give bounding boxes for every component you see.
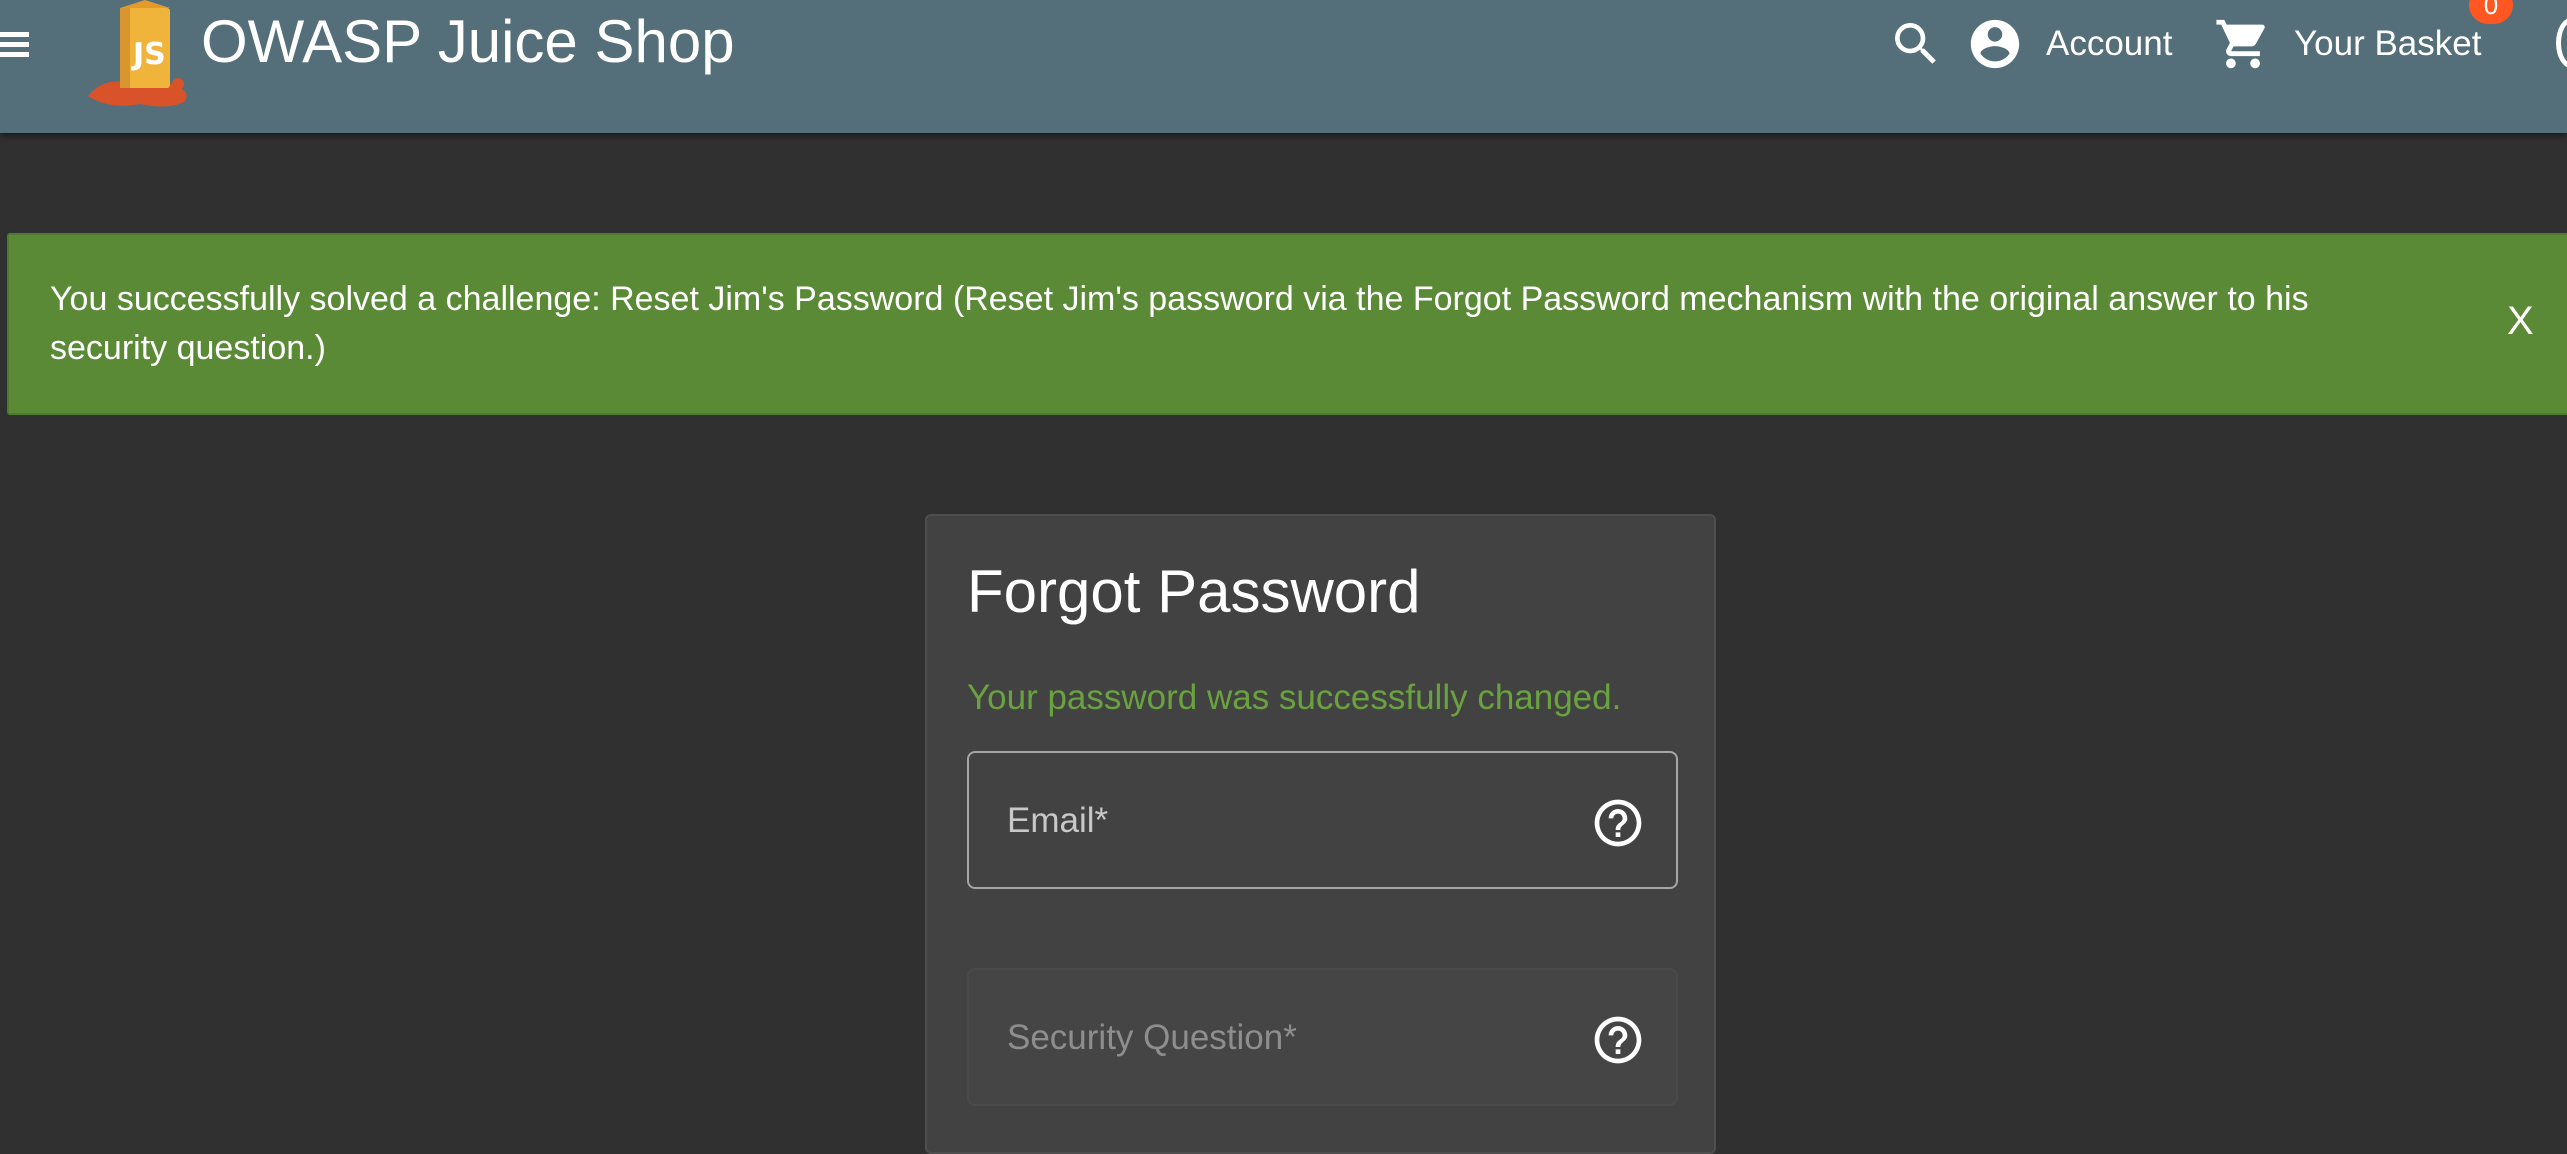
challenge-solved-message: You successfully solved a challenge: Res… bbox=[50, 280, 2309, 367]
close-notification-button[interactable]: X bbox=[2507, 297, 2534, 345]
security-question-field-label: Security Question* bbox=[1007, 1018, 1297, 1057]
logo-text: JS bbox=[131, 37, 166, 72]
help-icon[interactable] bbox=[1590, 1012, 1646, 1068]
menu-button[interactable] bbox=[0, 22, 36, 64]
menu-icon-bar bbox=[0, 32, 29, 37]
app-title[interactable]: OWASP Juice Shop bbox=[201, 6, 735, 78]
top-toolbar: JS OWASP Juice Shop Account Your Basket … bbox=[0, 0, 2567, 133]
language-button[interactable] bbox=[2556, 18, 2567, 68]
basket-button[interactable]: Your Basket bbox=[2214, 12, 2481, 76]
password-changed-message: Your password was successfully changed. bbox=[967, 678, 1622, 717]
email-field[interactable]: Email* bbox=[967, 751, 1678, 889]
menu-icon-bar bbox=[0, 52, 29, 57]
help-icon[interactable] bbox=[1590, 795, 1646, 851]
menu-icon-bar bbox=[0, 42, 29, 47]
page-title: Forgot Password bbox=[967, 558, 1421, 625]
security-question-field[interactable]: Security Question* bbox=[967, 968, 1678, 1106]
email-field-label: Email* bbox=[1007, 801, 1109, 840]
account-label: Account bbox=[2046, 24, 2173, 63]
search-icon bbox=[1895, 23, 1936, 64]
account-button[interactable]: Account bbox=[1966, 12, 2172, 76]
juice-shop-logo[interactable]: JS bbox=[80, 0, 200, 112]
challenge-solved-notification: You successfully solved a challenge: Res… bbox=[7, 233, 2567, 415]
account-circle-icon bbox=[1970, 19, 2020, 69]
search-button[interactable] bbox=[1888, 16, 1944, 72]
shopping-cart-icon bbox=[2216, 19, 2265, 69]
basket-label: Your Basket bbox=[2294, 24, 2482, 63]
forgot-password-card: Forgot Password Your password was succes… bbox=[925, 514, 1716, 1154]
juice-carton-icon: JS bbox=[88, 0, 187, 107]
